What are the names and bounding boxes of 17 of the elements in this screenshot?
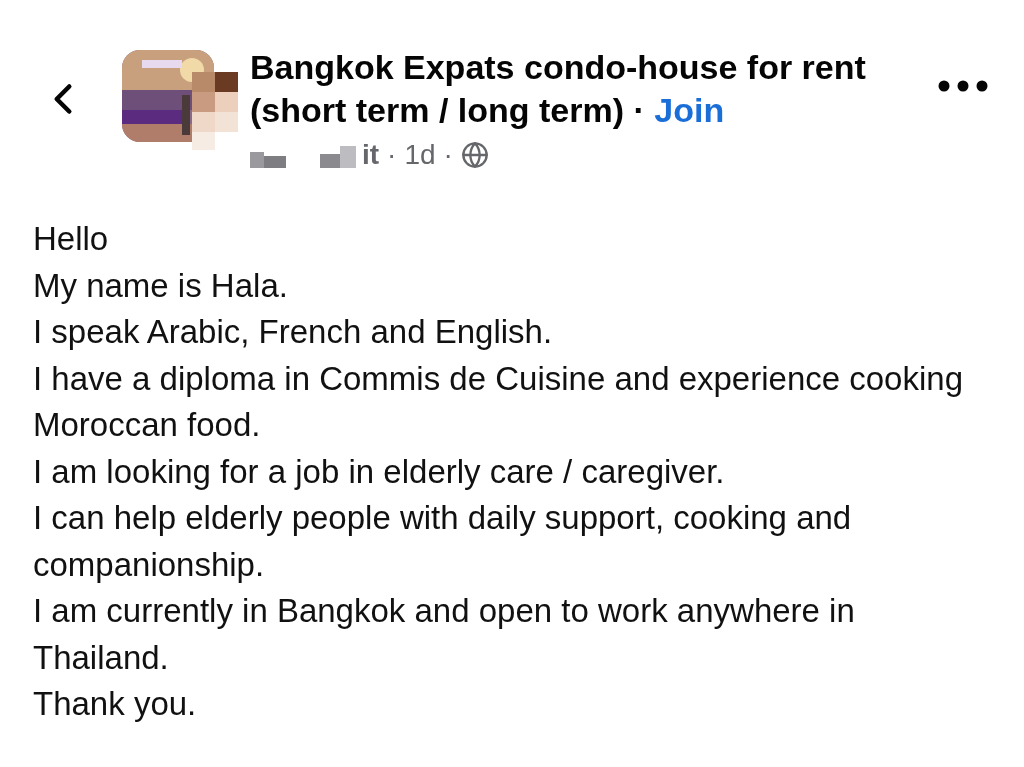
more-icon [938, 80, 988, 92]
post-text: I am currently in Bangkok and open to work anywhere in Thailand. [33, 591, 856, 678]
post-text: I speak Arabic, French and English. [33, 312, 554, 352]
post-text: My name is Hala. [33, 265, 289, 306]
post-text: Hello [33, 219, 110, 259]
post-text: I have a diploma in Commis de Cuisine and experience cooking Moroccan food. [33, 358, 964, 445]
separator: · [387, 138, 397, 172]
post-text: Thank you. [33, 684, 198, 724]
separator: · [443, 138, 453, 172]
author-name[interactable]: it [362, 134, 380, 176]
globe-icon [460, 141, 489, 169]
join-link[interactable]: Join [654, 91, 725, 129]
post-text: I can help elderly people with daily support, cooking and companionship. [33, 498, 853, 585]
group-title[interactable]: Bangkok Expats condo-house for rent (short term / long term) · Join [250, 46, 870, 132]
post-time[interactable]: 1d [404, 134, 436, 176]
post-text: I am looking for a job in elderly care / caregiver. [33, 451, 726, 492]
more-options-button[interactable] [938, 80, 988, 92]
